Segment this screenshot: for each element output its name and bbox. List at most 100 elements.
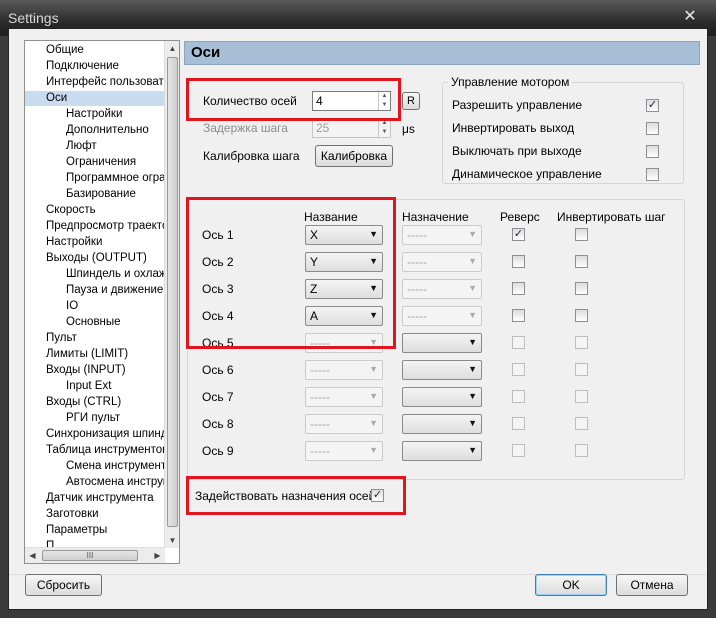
chevron-down-icon: ▼ (468, 418, 477, 428)
axis-assign-select[interactable]: ----- ▼ (402, 306, 482, 326)
motor-option-checkbox[interactable] (646, 122, 659, 135)
axis-reverse-checkbox[interactable] (512, 255, 525, 268)
tree-item[interactable]: Скорость (46, 203, 96, 218)
tree-item[interactable]: Лимиты (LIMIT) (46, 347, 128, 362)
axis-name-select[interactable]: ----- ▼ (305, 360, 383, 380)
tree-item[interactable]: Параметры (46, 523, 107, 538)
chevron-down-icon: ▼ (468, 445, 477, 455)
settings-client-area: Общие Подключение Интерфейс пользовате Оси Н… (8, 28, 708, 610)
header-reverse: Реверс (500, 210, 540, 224)
tree-item[interactable]: РГИ пульт (66, 411, 120, 426)
step-delay-value: 25 (316, 121, 330, 135)
motor-option-checkbox[interactable] (646, 145, 659, 158)
tree-item[interactable]: Пауза и движение (66, 283, 163, 298)
tree-item[interactable]: Заготовки (46, 507, 99, 522)
tree-vertical-scrollbar[interactable]: ▲ ▼ (164, 41, 179, 548)
axis-invert-step-checkbox[interactable] (575, 444, 588, 457)
axis-invert-step-checkbox[interactable] (575, 255, 588, 268)
tree-item[interactable]: IO (66, 299, 78, 314)
motor-control-title: Управление мотором (448, 75, 573, 89)
axis-invert-step-checkbox[interactable] (575, 309, 588, 322)
motor-option-checkbox[interactable] (646, 168, 659, 181)
axis-name-value: ----- (310, 390, 330, 404)
tree-item[interactable]: Входы (CTRL) (46, 395, 121, 410)
axis-invert-step-checkbox[interactable] (575, 363, 588, 376)
step-delay-unit: μs (402, 122, 415, 136)
axis-reverse-checkbox[interactable] (512, 417, 525, 430)
cancel-button[interactable]: Отмена (616, 574, 688, 596)
tree-item[interactable]: Выходы (OUTPUT) (46, 251, 147, 266)
calibration-label: Калибровка шага (203, 149, 300, 163)
axis-reverse-checkbox[interactable] (512, 309, 525, 322)
tree-item[interactable]: Предпросмотр траекто (46, 219, 165, 234)
header-invert-step: Инвертировать шаг (557, 210, 666, 224)
tree-item[interactable]: Дополнительно (66, 123, 149, 138)
tree-item[interactable]: Пульт (46, 331, 77, 346)
tree-item[interactable]: Ограничения (66, 155, 136, 170)
axis-assign-select[interactable]: ▼ (402, 333, 482, 353)
axis-invert-step-checkbox[interactable] (575, 417, 588, 430)
tree-item[interactable]: Датчик инструмента (46, 491, 154, 506)
ok-button[interactable]: OK (535, 574, 607, 596)
calibration-button[interactable]: Калибровка (315, 145, 393, 167)
tree-item[interactable]: Основные (66, 315, 121, 330)
scroll-left-icon[interactable]: ◀ (25, 548, 40, 563)
tree-item[interactable]: Настройки (66, 107, 122, 122)
axis-name-select[interactable]: ----- ▼ (305, 387, 383, 407)
axis-reverse-checkbox[interactable] (512, 282, 525, 295)
tree-item[interactable]: Таблица инструментов (46, 443, 165, 458)
tree-item[interactable]: Интерфейс пользовате (46, 75, 165, 90)
axis-invert-step-checkbox[interactable] (575, 282, 588, 295)
tree-item[interactable]: Входы (INPUT) (46, 363, 126, 378)
tree-item[interactable]: Шпиндель и охлажд (66, 267, 165, 282)
tree-item[interactable]: Автосмена инструм (66, 475, 165, 490)
axis-invert-step-checkbox[interactable] (575, 336, 588, 349)
motor-option-checkbox[interactable]: ✓ (646, 99, 659, 112)
tree-item[interactable]: Общие (46, 43, 84, 58)
tree-item[interactable]: Синхронизация шпинде (46, 427, 165, 442)
tree-item[interactable]: Input Ext (66, 379, 111, 394)
reset-axes-r-button[interactable]: R (402, 92, 420, 110)
axis-assign-select[interactable]: ▼ (402, 360, 482, 380)
tree-item[interactable]: Программное огра (66, 171, 165, 186)
axis-reverse-checkbox[interactable] (512, 336, 525, 349)
tree-item[interactable]: Подключение (46, 59, 119, 74)
settings-tree[interactable]: Общие Подключение Интерфейс пользовате Оси Н… (24, 40, 180, 564)
tree-item[interactable]: Оси (25, 91, 165, 106)
tree-item[interactable]: Смена инструмента (66, 459, 165, 474)
step-delay-spinner[interactable]: 25 ▲ ▼ (312, 118, 391, 138)
tree-horizontal-scrollbar[interactable]: ◀ III ▶ (25, 547, 165, 563)
axis-name-select[interactable]: ----- ▼ (305, 441, 383, 461)
axis-reverse-checkbox[interactable] (512, 390, 525, 403)
axis-invert-step-checkbox[interactable] (575, 390, 588, 403)
axis-assign-select[interactable]: ----- ▼ (402, 279, 482, 299)
motor-option-label: Выключать при выходе (452, 144, 582, 158)
window-title: Settings (8, 10, 59, 26)
scroll-down-icon[interactable]: ▼ (165, 533, 179, 548)
chevron-down-icon: ▼ (468, 229, 477, 239)
scroll-up-icon[interactable]: ▲ (165, 41, 179, 56)
hscroll-thumb[interactable]: III (42, 550, 138, 561)
axis-assign-select[interactable]: ----- ▼ (402, 252, 482, 272)
tree-item[interactable]: Базирование (66, 187, 136, 202)
close-icon[interactable]: ✕ (680, 9, 700, 25)
axis-row-label: Ось 8 (202, 417, 234, 431)
axis-reverse-checkbox[interactable]: ✓ (512, 228, 525, 241)
axis-reverse-checkbox[interactable] (512, 444, 525, 457)
axis-reverse-checkbox[interactable] (512, 363, 525, 376)
axis-assign-select[interactable]: ▼ (402, 414, 482, 434)
chevron-down-icon: ▼ (468, 310, 477, 320)
axis-assign-select[interactable]: ▼ (402, 387, 482, 407)
scroll-thumb[interactable] (167, 57, 178, 527)
chevron-down-icon: ▼ (369, 418, 378, 428)
spin-down-icon[interactable]: ▼ (379, 128, 390, 137)
scroll-right-icon[interactable]: ▶ (150, 548, 165, 563)
tree-item[interactable]: П... (46, 539, 64, 547)
axis-assign-select[interactable]: ▼ (402, 441, 482, 461)
tree-item[interactable]: Люфт (66, 139, 97, 154)
axis-name-select[interactable]: ----- ▼ (305, 414, 383, 434)
axis-assign-select[interactable]: ----- ▼ (402, 225, 482, 245)
axis-invert-step-checkbox[interactable] (575, 228, 588, 241)
reset-button[interactable]: Сбросить (25, 574, 102, 596)
tree-item[interactable]: Настройки (46, 235, 102, 250)
